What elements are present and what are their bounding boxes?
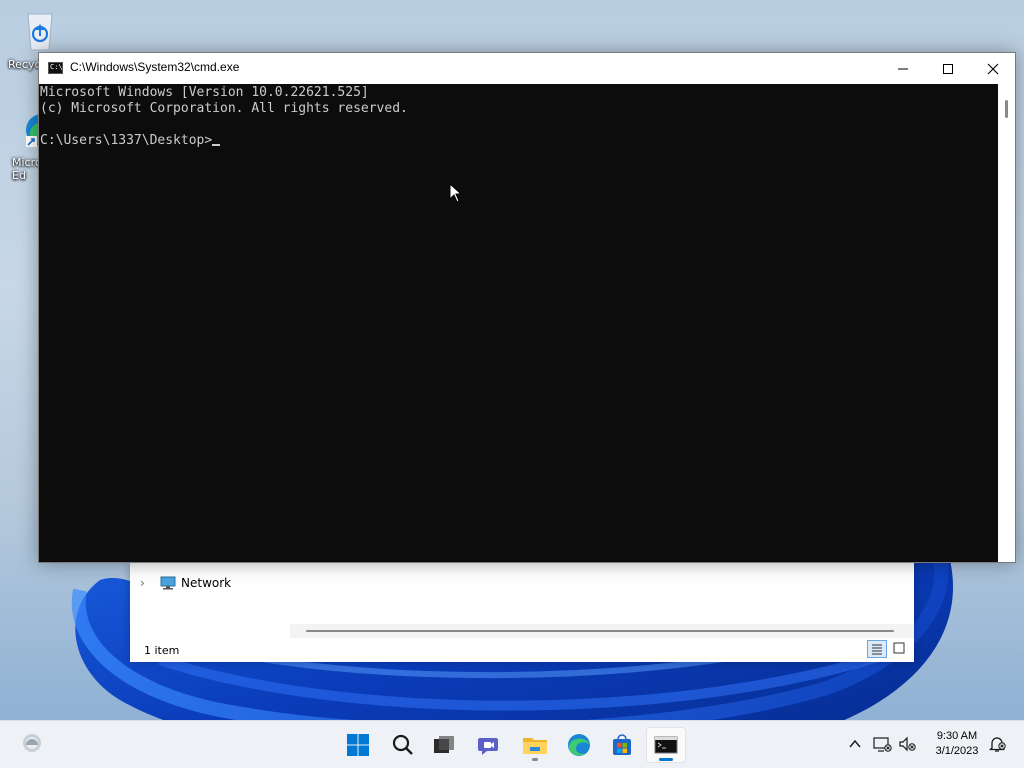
close-button[interactable] xyxy=(970,53,1016,84)
volume-muted-icon xyxy=(899,736,916,752)
minimize-icon xyxy=(898,68,908,69)
store-icon xyxy=(613,734,631,755)
volume-button[interactable] xyxy=(897,733,919,755)
title-bar[interactable]: C:\ C:\Windows\System32\cmd.exe xyxy=(39,53,1015,84)
console-prompt: C:\Users\1337\Desktop> xyxy=(40,133,213,148)
chat-button[interactable] xyxy=(469,727,509,763)
teams-chat-icon xyxy=(478,738,498,755)
console-line: Microsoft Windows [Version 10.0.22621.52… xyxy=(40,85,369,100)
cmd-app-icon[interactable]: C:\ xyxy=(48,62,63,74)
system-clock[interactable]: 9:30 AM 3/1/2023 xyxy=(922,729,992,759)
taskbar: 9:30 AM 3/1/2023 xyxy=(0,720,1024,768)
details-view-icon xyxy=(872,644,882,655)
horizontal-scrollbar[interactable] xyxy=(290,624,914,638)
show-hidden-icons-button[interactable] xyxy=(844,733,866,755)
close-icon xyxy=(987,63,999,74)
notification-bell-icon xyxy=(988,737,1006,752)
chevron-up-icon xyxy=(849,739,861,748)
cmd-icon-text: C:\ xyxy=(50,63,63,71)
widgets-button[interactable] xyxy=(12,725,52,761)
clock-time: 9:30 AM xyxy=(936,730,978,742)
search-button[interactable] xyxy=(383,727,423,763)
edge-button[interactable] xyxy=(559,727,599,763)
weather-widget-icon xyxy=(23,734,41,752)
task-view-button[interactable] xyxy=(424,727,464,763)
maximize-icon xyxy=(943,63,953,74)
scrollbar-thumb[interactable] xyxy=(1005,100,1008,118)
console-prompt-line[interactable]: C:\Users\1337\Desktop> xyxy=(40,133,999,149)
clock-date: 3/1/2023 xyxy=(935,745,979,757)
minimize-button[interactable] xyxy=(880,53,926,84)
status-bar-item-count: 1 item xyxy=(144,644,180,657)
network-status-button[interactable] xyxy=(871,733,893,755)
window-title: C:\Windows\System32\cmd.exe xyxy=(70,60,240,74)
store-button[interactable] xyxy=(602,727,642,763)
nav-item-label: Network xyxy=(181,576,232,590)
cmd-icon xyxy=(654,736,678,754)
network-disconnected-icon xyxy=(873,737,892,752)
large-icons-view-button[interactable] xyxy=(890,640,910,658)
file-explorer-window: › Network 1 item xyxy=(130,562,914,662)
network-icon xyxy=(160,576,176,590)
scrollbar-thumb[interactable] xyxy=(306,630,894,632)
file-explorer-button[interactable] xyxy=(515,727,555,763)
details-view-button[interactable] xyxy=(867,640,887,658)
search-icon xyxy=(392,734,413,755)
active-indicator xyxy=(659,758,673,761)
start-button[interactable] xyxy=(338,727,378,763)
mouse-pointer-icon xyxy=(449,183,463,203)
recycle-bin-icon xyxy=(27,13,53,51)
text-cursor xyxy=(212,144,221,146)
desktop-icon-recycle-bin[interactable]: Recyc xyxy=(8,8,72,71)
maximize-button[interactable] xyxy=(925,53,971,84)
console-line: (c) Microsoft Corporation. All rights re… xyxy=(40,101,408,116)
vertical-scrollbar[interactable] xyxy=(998,84,1015,562)
large-icons-view-icon xyxy=(893,642,905,654)
running-indicator xyxy=(532,758,538,761)
cmd-window[interactable]: C:\ C:\Windows\System32\cmd.exe Microsof… xyxy=(38,52,1016,563)
folder-icon xyxy=(523,738,547,754)
edge-icon xyxy=(568,734,590,756)
chevron-right-icon[interactable]: › xyxy=(140,576,145,590)
terminal-button[interactable] xyxy=(646,727,686,763)
notifications-button[interactable] xyxy=(986,733,1008,755)
nav-pane-item-network[interactable]: › Network xyxy=(130,572,914,596)
windows-logo-icon xyxy=(347,734,369,756)
task-view-icon xyxy=(434,736,454,753)
console-output[interactable]: Microsoft Windows [Version 10.0.22621.52… xyxy=(39,84,999,562)
